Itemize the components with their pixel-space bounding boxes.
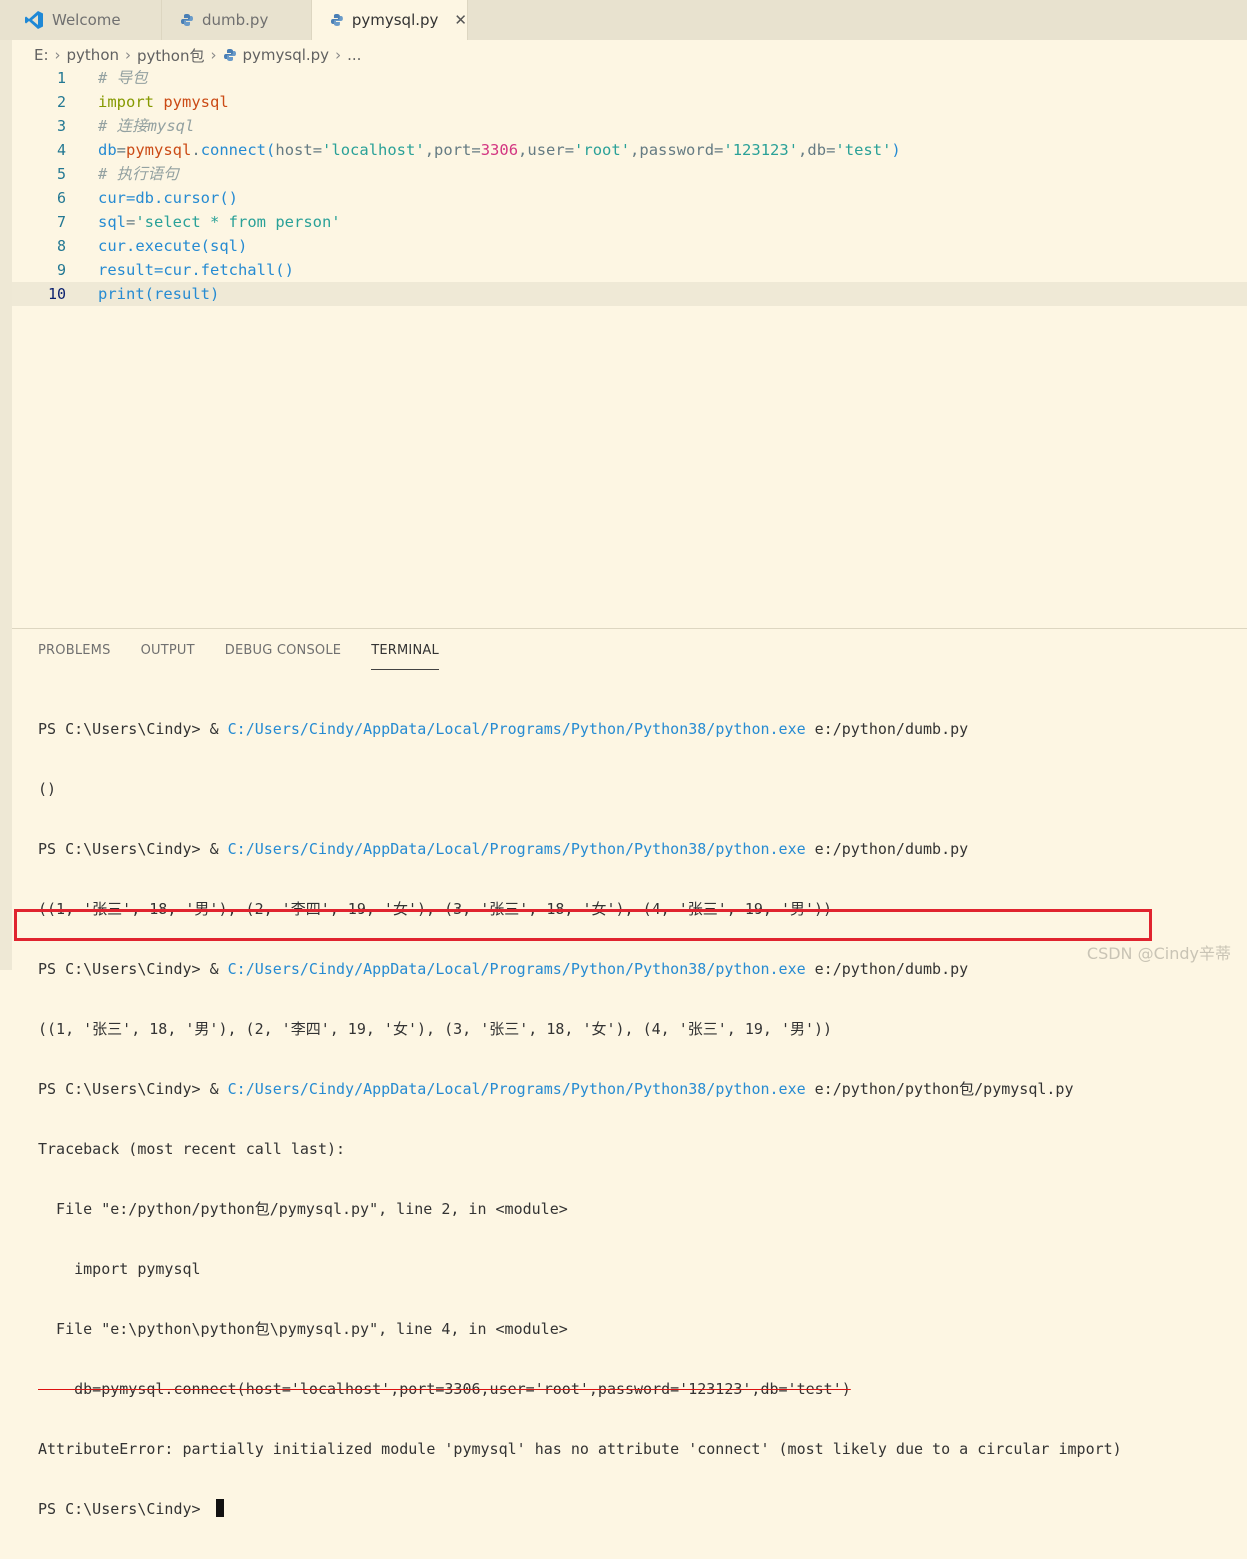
breadcrumb-folder[interactable]: python包 <box>137 45 204 66</box>
tab-dumb[interactable]: dumb.py <box>162 0 312 40</box>
panel-tabs: PROBLEMS OUTPUT DEBUG CONSOLE TERMINAL <box>38 643 439 670</box>
line-number: 7 <box>56 213 66 231</box>
line-number: 6 <box>56 189 66 207</box>
error-line: AttributeError: partially initialized mo… <box>38 1440 1122 1458</box>
tab-label: pymysql.py <box>351 11 439 29</box>
breadcrumb-file[interactable]: pymysql.py <box>243 46 330 64</box>
terminal-line: PS C:\Users\Cindy> & C:/Users/Cindy/AppD… <box>38 1080 1074 1098</box>
terminal-cursor <box>215 1499 224 1517</box>
code-line: 7 sql='select * from person' <box>12 210 1247 234</box>
tab-label: dumb.py <box>202 11 269 29</box>
code-text: # 连接mysql <box>98 117 195 135</box>
line-number: 1 <box>56 69 66 87</box>
tab-label: Welcome <box>52 11 121 29</box>
terminal-line: () <box>38 780 57 798</box>
line-number: 2 <box>56 93 66 111</box>
terminal-output[interactable]: PS C:\Users\Cindy> & C:/Users/Cindy/AppD… <box>38 679 1122 1559</box>
terminal-prompt-line: PS C:\Users\Cindy> <box>38 1499 1122 1519</box>
error-highlight-box <box>14 909 1152 941</box>
code-text: cur.execute(sql) <box>98 237 248 255</box>
code-text: db=pymysql.connect(host='localhost',port… <box>98 141 901 159</box>
code-text: import pymysql <box>98 93 229 111</box>
code-line: 1 # 导包 <box>12 66 1247 90</box>
tab-bar: Welcome dumb.py pymysql.py ✕ <box>0 0 1247 40</box>
chevron-right-icon: › <box>125 46 132 64</box>
terminal-line: File "e:/python/python包/pymysql.py", lin… <box>38 1200 568 1218</box>
chevron-right-icon: › <box>210 46 217 64</box>
line-number: 9 <box>56 261 66 279</box>
tab-output[interactable]: OUTPUT <box>141 643 195 665</box>
code-text: # 执行语句 <box>98 165 179 183</box>
line-number: 5 <box>56 165 66 183</box>
code-line: 8 cur.execute(sql) <box>12 234 1247 258</box>
tab-pymysql[interactable]: pymysql.py ✕ <box>312 0 468 40</box>
terminal-line: PS C:\Users\Cindy> & C:/Users/Cindy/AppD… <box>38 720 969 738</box>
chevron-right-icon: › <box>335 46 342 64</box>
code-line: 2 import pymysql <box>12 90 1247 114</box>
code-line: 9 result=cur.fetchall() <box>12 258 1247 282</box>
breadcrumb-more[interactable]: ... <box>347 46 361 64</box>
breadcrumb: E: › python › python包 › pymysql.py › ... <box>34 44 361 66</box>
breadcrumb-folder[interactable]: python <box>67 46 119 64</box>
terminal-line: import pymysql <box>38 1260 201 1278</box>
code-text: sql='select * from person' <box>98 213 341 231</box>
line-number: 10 <box>47 285 66 303</box>
terminal-line: ((1, '张三', 18, '男'), (2, '李四', 19, '女'),… <box>38 1020 833 1038</box>
code-text: cur=db.cursor() <box>98 189 238 207</box>
python-file-icon <box>181 14 193 26</box>
activity-edge <box>0 40 12 970</box>
line-number: 4 <box>56 141 66 159</box>
code-line: 4 db=pymysql.connect(host='localhost',po… <box>12 138 1247 162</box>
terminal-line: Traceback (most recent call last): <box>38 1140 346 1158</box>
line-number: 8 <box>56 237 66 255</box>
code-text: # 导包 <box>98 69 148 87</box>
close-icon[interactable]: ✕ <box>454 11 467 29</box>
code-line: 3 # 连接mysql <box>12 114 1247 138</box>
code-line: 6 cur=db.cursor() <box>12 186 1247 210</box>
tab-problems[interactable]: PROBLEMS <box>38 643 111 665</box>
code-editor[interactable]: 1 # 导包 2 import pymysql 3 # 连接mysql 4 db… <box>12 66 1247 626</box>
code-text: result=cur.fetchall() <box>98 261 294 279</box>
terminal-line: PS C:\Users\Cindy> & C:/Users/Cindy/AppD… <box>38 960 969 978</box>
code-line: 5 # 执行语句 <box>12 162 1247 186</box>
python-file-icon <box>330 14 343 26</box>
vscode-logo-icon <box>25 11 43 29</box>
terminal-line: File "e:\python\python包\pymysql.py", lin… <box>38 1320 568 1338</box>
tab-welcome[interactable]: Welcome <box>12 0 162 40</box>
code-text: print(result) <box>98 285 220 303</box>
line-number: 3 <box>56 117 66 135</box>
terminal-line: db=pymysql.connect(host='localhost',port… <box>38 1380 851 1398</box>
python-file-icon <box>223 49 236 61</box>
chevron-right-icon: › <box>54 46 61 64</box>
tab-terminal[interactable]: TERMINAL <box>371 643 439 670</box>
terminal-line: PS C:\Users\Cindy> & C:/Users/Cindy/AppD… <box>38 840 969 858</box>
tab-debug-console[interactable]: DEBUG CONSOLE <box>225 643 341 665</box>
code-line-current: 10 print(result) <box>12 282 1247 306</box>
breadcrumb-drive[interactable]: E: <box>34 46 49 64</box>
watermark: CSDN @Cindy辛蒂 <box>1086 944 1231 963</box>
